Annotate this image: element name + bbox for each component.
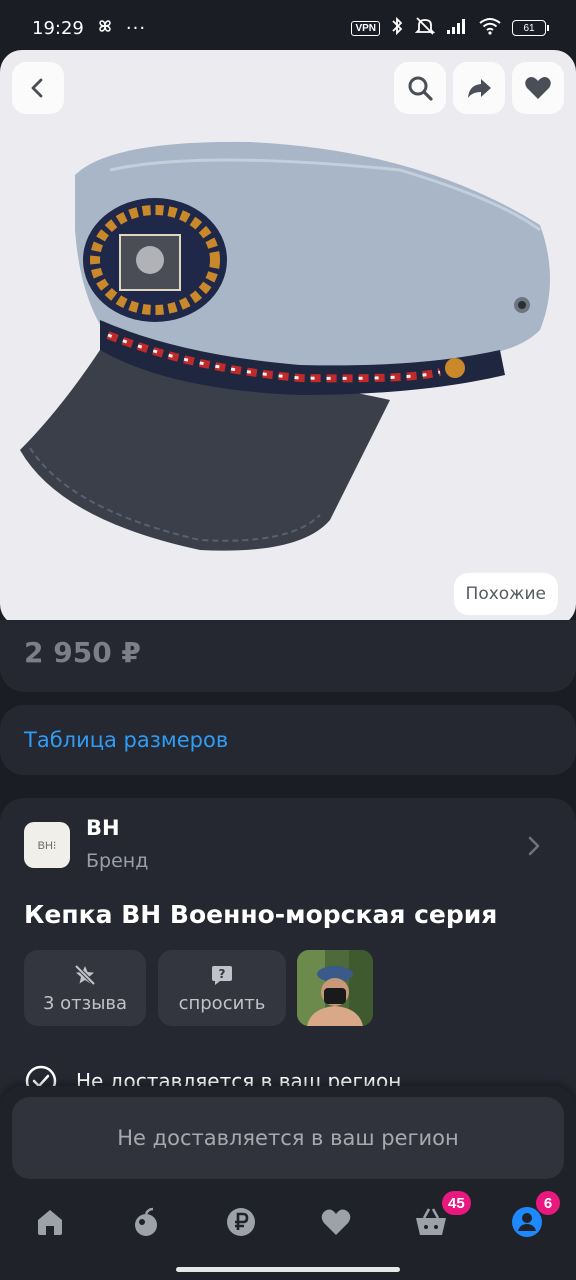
- nav-catalog[interactable]: [124, 1200, 168, 1244]
- cart-badge: 45: [442, 1191, 471, 1215]
- bluetooth-icon: [390, 16, 404, 40]
- reviews-chip[interactable]: 3 отзыва: [24, 950, 146, 1026]
- search-button[interactable]: [394, 62, 446, 114]
- not-delivered-button[interactable]: Не доставляется в ваш регион: [12, 1097, 564, 1179]
- svg-text:?: ?: [219, 967, 226, 981]
- favorite-button[interactable]: [512, 62, 564, 114]
- pinwheel-icon: [96, 17, 114, 40]
- product-image-card[interactable]: Похожие: [0, 50, 576, 626]
- ask-label: спросить: [178, 992, 266, 1014]
- battery-indicator: 61: [512, 20, 549, 36]
- apple-icon: [135, 1207, 157, 1236]
- chevron-left-icon: [31, 78, 43, 98]
- nav-favorites[interactable]: [314, 1200, 358, 1244]
- signal-icon: [446, 17, 468, 39]
- home-icon: [38, 1210, 62, 1235]
- ask-chip[interactable]: ? спросить: [158, 950, 286, 1026]
- brand-name[interactable]: BH: [86, 816, 120, 840]
- basket-icon: [416, 1208, 446, 1235]
- profile-badge: 6: [536, 1191, 560, 1215]
- brand-logo[interactable]: BH⁝: [24, 822, 70, 868]
- ruble-icon: [227, 1208, 255, 1236]
- size-table-card[interactable]: Таблица размеров: [0, 705, 576, 775]
- share-icon: [468, 79, 491, 98]
- heart-icon: [321, 1209, 351, 1235]
- review-photo-thumbnail[interactable]: [297, 950, 373, 1026]
- home-indicator[interactable]: [176, 1267, 400, 1272]
- question-bubble-icon: ?: [212, 965, 232, 985]
- back-button[interactable]: [12, 62, 64, 114]
- brand-chevron-right-icon[interactable]: [526, 834, 542, 862]
- brand-subtitle: Бренд: [86, 850, 149, 872]
- mute-icon: [414, 16, 436, 40]
- product-price: 2 950 ₽: [24, 636, 141, 669]
- product-image[interactable]: [0, 50, 576, 626]
- share-button[interactable]: [453, 62, 505, 114]
- status-time: 19:29: [32, 17, 84, 39]
- more-dots-icon: ···: [125, 17, 147, 39]
- search-icon: [408, 76, 433, 101]
- star-crossed-icon: [74, 964, 96, 985]
- reviews-label: 3 отзыва: [42, 992, 128, 1014]
- nav-home[interactable]: [28, 1200, 72, 1244]
- vpn-badge: VPN: [351, 20, 380, 36]
- size-table-link[interactable]: Таблица размеров: [24, 728, 228, 752]
- wifi-icon: [478, 17, 502, 39]
- similar-button[interactable]: Похожие: [453, 573, 558, 615]
- status-bar: 19:29 ··· VPN 61: [0, 0, 576, 56]
- heart-icon: [525, 77, 551, 99]
- nav-finance[interactable]: [219, 1200, 263, 1244]
- product-title: Кепка BH Военно-морская серия: [24, 900, 498, 929]
